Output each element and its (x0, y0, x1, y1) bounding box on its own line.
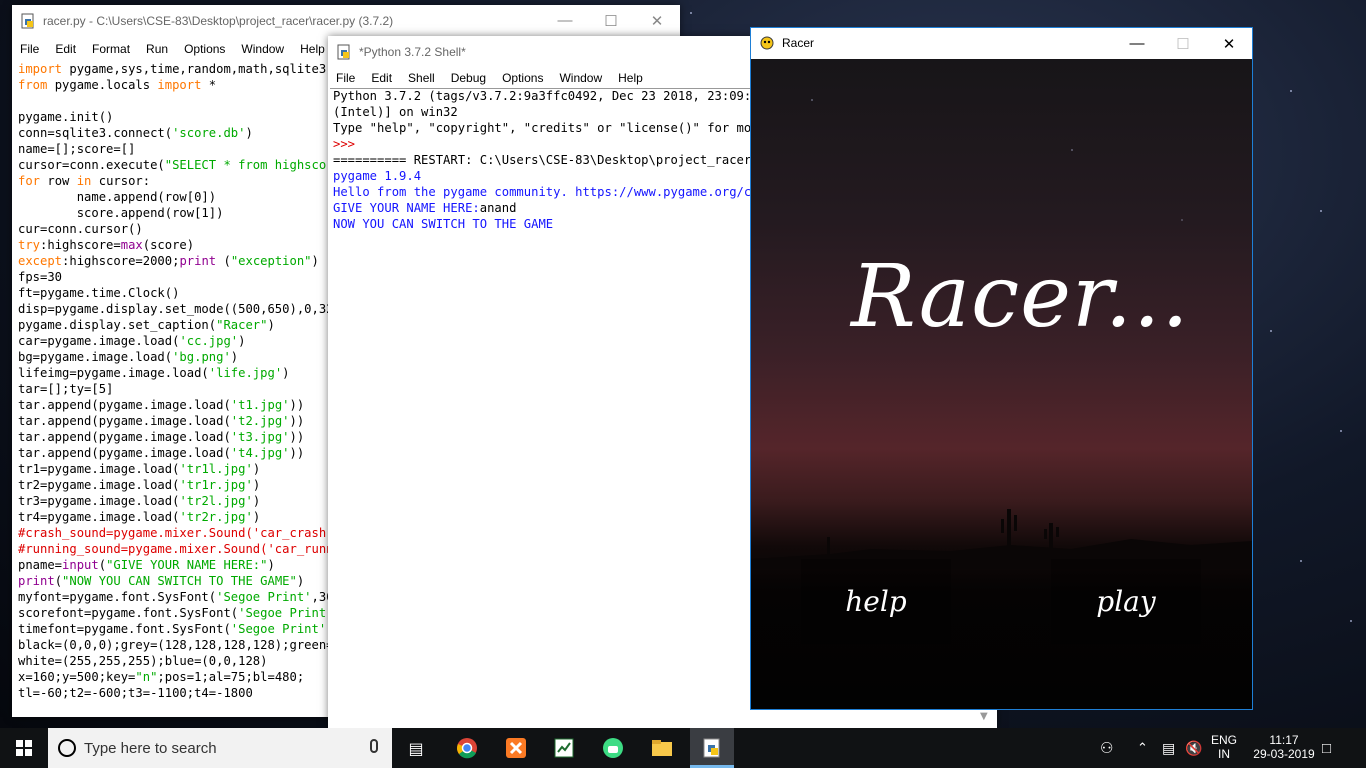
close-button[interactable]: ✕ (1206, 28, 1252, 59)
shell-line-text: >>> (333, 137, 356, 151)
menu-debug[interactable]: Debug (443, 71, 494, 85)
search-icon (58, 739, 76, 757)
microphone-icon[interactable] (370, 739, 378, 753)
task-view-icon[interactable]: ▤ (396, 728, 436, 768)
search-box[interactable]: Type here to search (48, 728, 392, 768)
volume-muted-icon[interactable]: 🔇 (1185, 728, 1205, 768)
menu-file[interactable]: File (328, 71, 363, 85)
language-indicator[interactable]: ENG IN (1209, 728, 1239, 768)
racer-title: Racer (782, 36, 815, 50)
notification-icon[interactable]: □ (1322, 728, 1346, 768)
shell-line-text: pygame 1.9.4 (333, 169, 422, 183)
menu-format[interactable]: Format (84, 42, 138, 56)
menu-help[interactable]: Help (610, 71, 651, 85)
xampp-icon[interactable] (495, 728, 537, 768)
python-file-icon (20, 13, 36, 29)
python-idle-taskbar-icon[interactable] (690, 728, 734, 768)
windows-icon (16, 740, 32, 756)
taskbar: Type here to search ▤ ⚇ ⌃ ▤ 🔇 ENG IN 11:… (0, 728, 1366, 768)
scroll-down-arrow-icon[interactable]: ▼ (980, 711, 994, 725)
network-icon[interactable]: ▤ (1162, 728, 1182, 768)
clock[interactable]: 11:17 29-03-2019 (1249, 728, 1319, 768)
menu-help[interactable]: Help (292, 42, 333, 56)
clock-time: 11:17 (1269, 733, 1299, 747)
region-code: IN (1218, 747, 1230, 761)
menu-shell[interactable]: Shell (400, 71, 443, 85)
play-button[interactable]: play (1051, 559, 1201, 644)
shell-line-text: NOW YOU CAN SWITCH TO THE GAME (333, 217, 554, 231)
shell-line-text: (Intel)] on win32 (333, 105, 458, 119)
close-button[interactable]: ✕ (634, 5, 680, 36)
python-shell-icon (336, 44, 352, 60)
chrome-icon[interactable] (446, 728, 488, 768)
pygame-snake-icon (759, 35, 775, 51)
android-studio-icon[interactable] (592, 728, 634, 768)
desert-silhouette (751, 509, 1252, 569)
shell-user-input: anand (479, 201, 517, 215)
menu-run[interactable]: Run (138, 42, 176, 56)
help-button[interactable]: help (801, 559, 951, 644)
start-button[interactable] (0, 728, 48, 768)
spreadsheet-app-icon[interactable] (543, 728, 585, 768)
maximize-button[interactable]: ☐ (588, 5, 634, 36)
search-placeholder: Type here to search (84, 739, 217, 757)
racer-titlebar[interactable]: Racer — ☐ ✕ (751, 28, 1252, 58)
menu-options[interactable]: Options (494, 71, 551, 85)
people-icon[interactable]: ⚇ (1100, 728, 1122, 768)
shell-line-text: GIVE YOUR NAME HERE: (333, 201, 480, 215)
chevron-up-icon[interactable]: ⌃ (1137, 728, 1155, 768)
menu-edit[interactable]: Edit (363, 71, 400, 85)
game-canvas[interactable]: Racer... help play (751, 59, 1252, 709)
menu-window[interactable]: Window (233, 42, 292, 56)
maximize-button[interactable]: ☐ (1160, 28, 1206, 59)
clock-date: 29-03-2019 (1253, 747, 1315, 761)
menu-options[interactable]: Options (176, 42, 233, 56)
menu-file[interactable]: File (12, 42, 47, 56)
menu-window[interactable]: Window (551, 71, 610, 85)
editor-titlebar[interactable]: racer.py - C:\Users\CSE-83\Desktop\proje… (12, 5, 680, 36)
language-code: ENG (1210, 733, 1237, 747)
editor-title: racer.py - C:\Users\CSE-83\Desktop\proje… (43, 13, 394, 28)
shell-title: *Python 3.7.2 Shell* (359, 44, 466, 59)
game-title: Racer... (851, 247, 1190, 347)
minimize-button[interactable]: — (542, 5, 588, 36)
file-explorer-icon[interactable] (641, 728, 683, 768)
racer-window: Racer — ☐ ✕ Racer... help play (750, 27, 1253, 710)
menu-edit[interactable]: Edit (47, 42, 84, 56)
minimize-button[interactable]: — (1114, 28, 1160, 59)
